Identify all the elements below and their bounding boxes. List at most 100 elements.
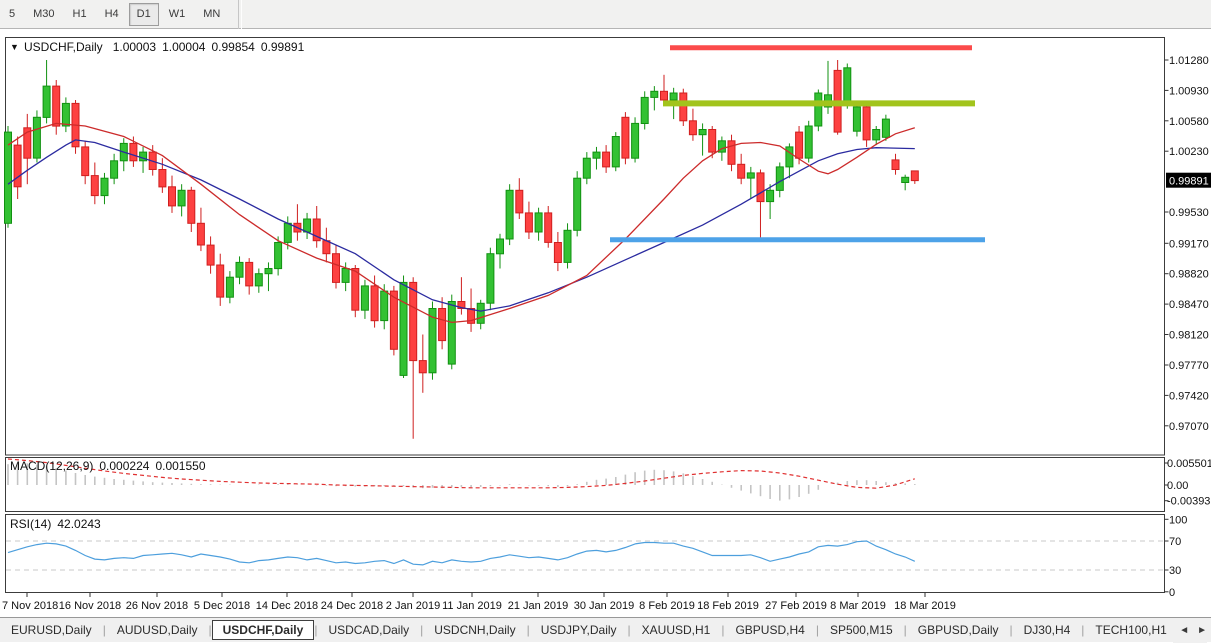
date-axis-label: 30 Jan 2019 (574, 600, 635, 612)
candle-body (217, 265, 224, 297)
chart-tab-sp500[interactable]: SP500,M15 (819, 620, 904, 640)
timeframe-button-5[interactable]: 5 (1, 3, 23, 26)
tab-scroll-controls: ◄► (1173, 618, 1207, 643)
date-axis-label: 18 Mar 2019 (894, 600, 956, 612)
candle-body (815, 93, 822, 126)
candle-body (757, 173, 764, 202)
rsi-plot-area[interactable] (6, 515, 1165, 593)
chart-tab-usdjpy[interactable]: USDJPY,Daily (530, 620, 628, 640)
price-axis[interactable]: 1.012801.009301.005801.002300.995300.991… (1165, 55, 1211, 433)
candle-body (747, 173, 754, 178)
candle-body (101, 178, 108, 195)
date-axis-label: 27 Feb 2019 (765, 600, 827, 612)
candle-body (487, 254, 494, 304)
timeframe-button-mn[interactable]: MN (195, 3, 228, 26)
candle-body (844, 68, 851, 103)
price-axis-label: 0.97420 (1169, 390, 1209, 402)
date-axis-label: 18 Feb 2019 (697, 600, 759, 612)
chart-area[interactable]: 1.012801.009301.005801.002300.995300.991… (0, 30, 1211, 617)
chart-tab-usdcnh[interactable]: USDCNH,Daily (423, 620, 526, 640)
candle-body (197, 223, 204, 245)
date-axis-label: 5 Dec 2018 (194, 600, 250, 612)
candle-body (207, 245, 214, 265)
candle-body (159, 170, 166, 187)
chart-tab-usdcad[interactable]: USDCAD,Daily (317, 620, 420, 640)
candle-body (284, 223, 291, 242)
chart-tab-eurusd[interactable]: EURUSD,Daily (0, 620, 103, 640)
rsi-value: 42.0243 (57, 517, 101, 531)
candle-body (91, 176, 98, 196)
candle-body (911, 171, 918, 181)
chart-tab-dj30[interactable]: DJ30,H4 (1013, 620, 1082, 640)
candle-body (361, 286, 368, 310)
candle-body (622, 117, 629, 158)
chart-tab-tech100[interactable]: TECH100,H1 (1084, 620, 1177, 640)
rsi-axis-label: 70 (1169, 536, 1181, 548)
macd-axis-label: 0.005501 (1167, 458, 1211, 470)
candle-body (410, 282, 417, 360)
chart-dropdown-icon[interactable]: ▼ (10, 42, 19, 52)
chart-tab-usdchf[interactable]: USDCHF,Daily (212, 620, 315, 640)
tab-scroll-right-icon[interactable]: ► (1197, 625, 1207, 636)
date-axis[interactable]: 7 Nov 201816 Nov 201826 Nov 20185 Dec 20… (2, 593, 956, 613)
macd-value: 0.000224 (99, 459, 149, 473)
candle-body (603, 152, 610, 167)
candle-body (767, 190, 774, 201)
candle-body (612, 137, 619, 167)
candle-body (632, 123, 639, 158)
macd-axis: 0.0055010.00-0.003931 (1165, 458, 1211, 508)
candle-body (169, 187, 176, 206)
price-axis-label: 0.98820 (1169, 269, 1209, 281)
candle-body (545, 213, 552, 243)
candle-body (255, 274, 262, 286)
chart-tab-gbpusd[interactable]: GBPUSD,H4 (724, 620, 815, 640)
candle-body (796, 132, 803, 158)
price-axis-label: 1.01280 (1169, 55, 1209, 67)
main-chart-plot-area[interactable] (6, 38, 1165, 456)
date-axis-label: 26 Nov 2018 (126, 600, 188, 612)
candle-body (5, 132, 12, 223)
timeframe-button-w1[interactable]: W1 (161, 3, 194, 26)
candle-body (53, 86, 60, 126)
candle-body (236, 262, 243, 277)
macd-signal-value: 0.001550 (155, 459, 205, 473)
chart-tab-xauusd[interactable]: XAUUSD,H1 (631, 620, 722, 640)
candle-body (583, 158, 590, 178)
candle-body (14, 145, 21, 187)
date-axis-label: 8 Mar 2019 (830, 600, 886, 612)
macd-axis-label: 0.00 (1167, 480, 1188, 492)
timeframe-button-m30[interactable]: M30 (25, 3, 62, 26)
current-price-text: 0.99891 (1169, 176, 1209, 188)
candle-body (670, 93, 677, 100)
candle-body (776, 167, 783, 191)
candle-body (738, 164, 745, 178)
ohlc-open: 1.00003 (113, 40, 157, 54)
date-axis-label: 8 Feb 2019 (639, 600, 695, 612)
timeframe-button-h1[interactable]: H1 (65, 3, 95, 26)
tab-scroll-left-icon[interactable]: ◄ (1179, 625, 1189, 636)
candle-body (178, 190, 185, 206)
date-axis-label: 7 Nov 2018 (2, 600, 58, 612)
chart-tab-gbpusd[interactable]: GBPUSD,Daily (907, 620, 1010, 640)
chart-tab-audusd[interactable]: AUDUSD,Daily (106, 620, 209, 640)
ohlc-low: 0.99854 (211, 40, 255, 54)
candle-body (323, 241, 330, 254)
candle-body (651, 91, 658, 97)
date-axis-label: 11 Jan 2019 (442, 600, 502, 612)
candle-body (246, 262, 253, 286)
candle-body (786, 147, 793, 167)
price-axis-label: 1.00580 (1169, 116, 1209, 128)
rsi-axis: 10070300 (1165, 514, 1188, 599)
candle-body (33, 117, 40, 158)
chart-tabbar: EURUSD,Daily|AUDUSD,Daily|USDCHF,Daily|U… (0, 617, 1211, 642)
ohlc-high: 1.00004 (162, 40, 206, 54)
rsi-axis-label: 100 (1169, 514, 1187, 526)
candle-body (82, 147, 89, 176)
price-axis-label: 0.97770 (1169, 360, 1209, 372)
timeframe-button-d1[interactable]: D1 (129, 3, 159, 26)
candle-body (564, 230, 571, 262)
candle-body (419, 361, 426, 373)
date-axis-label: 14 Dec 2018 (256, 600, 318, 612)
candle-body (352, 269, 359, 311)
timeframe-button-h4[interactable]: H4 (97, 3, 127, 26)
